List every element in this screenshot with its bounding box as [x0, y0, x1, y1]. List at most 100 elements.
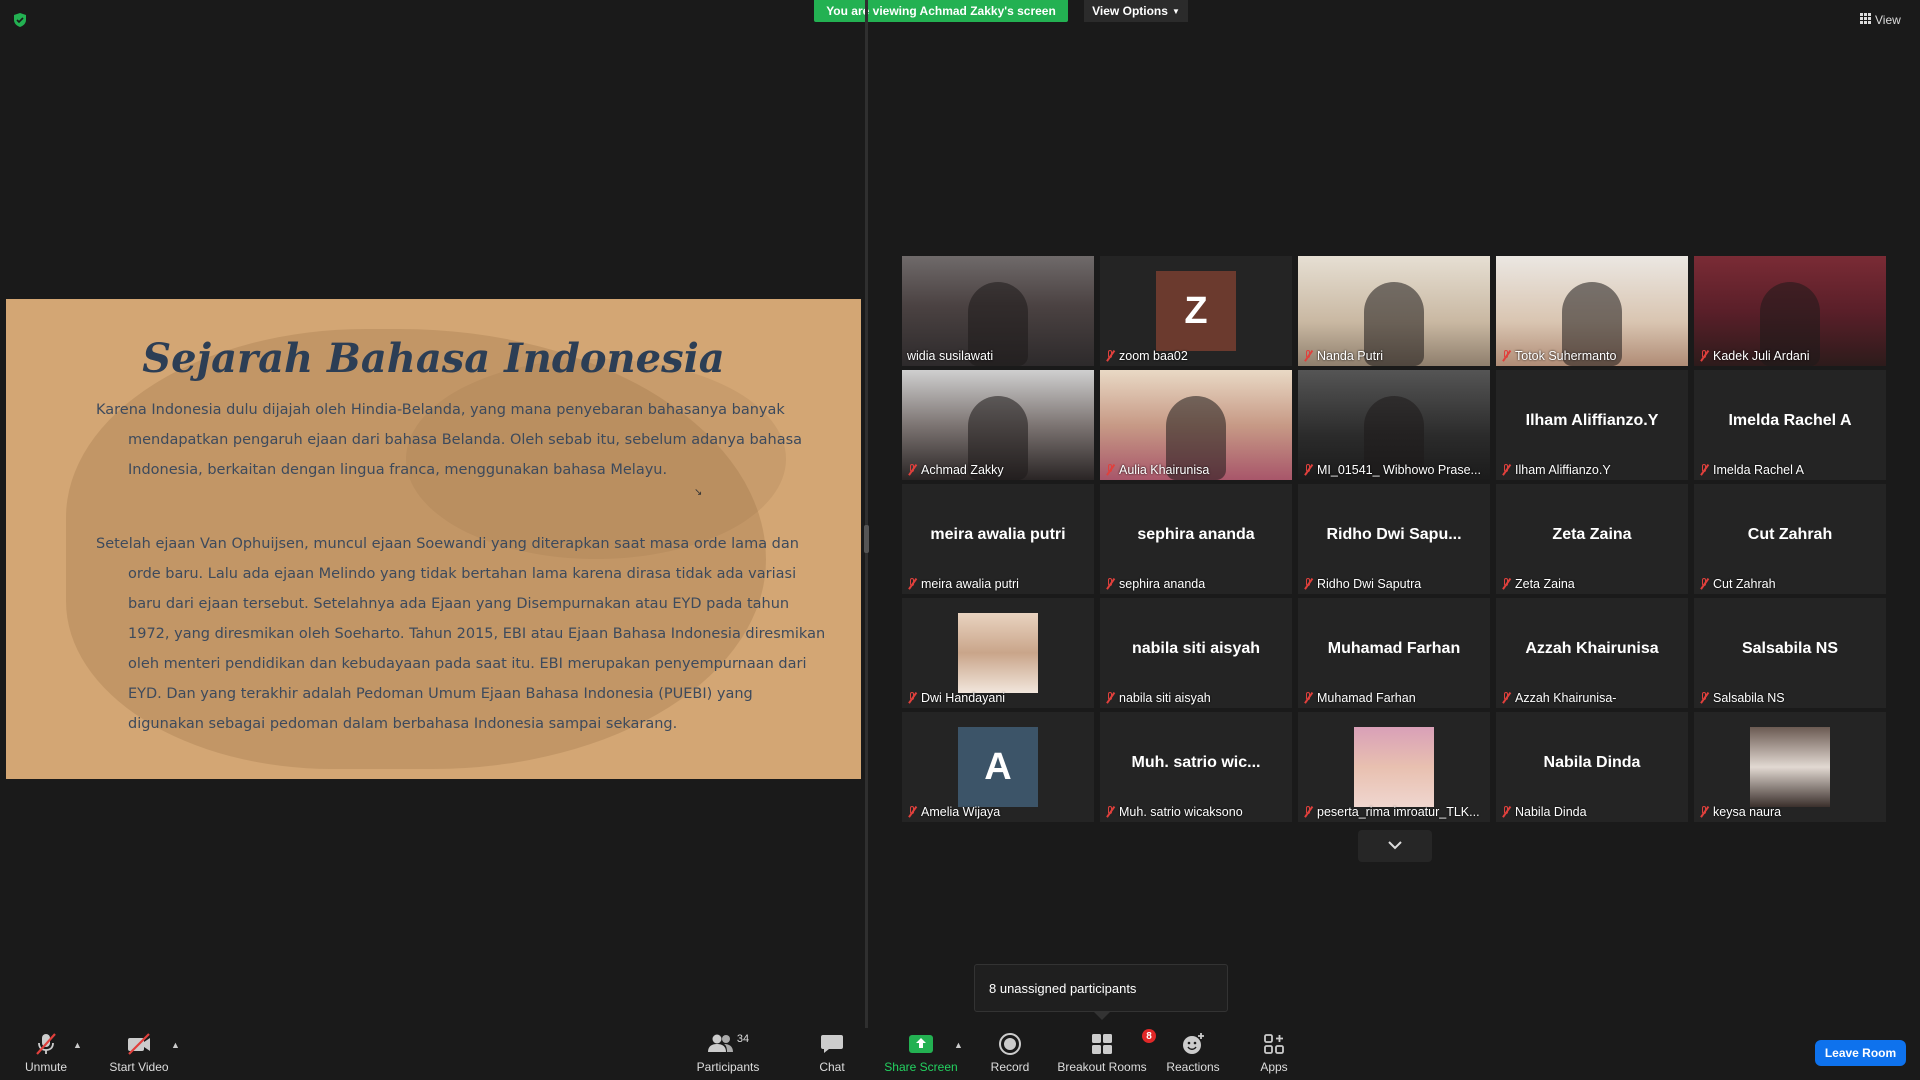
breakout-rooms-icon: 8 [1090, 1029, 1156, 1057]
participant-name-label: nabila siti aisyah [1105, 691, 1211, 705]
participant-name-label: Totok Suhermanto [1501, 349, 1616, 363]
muted-mic-icon [1105, 464, 1115, 476]
participant-tile[interactable]: nabila siti aisyah nabila siti aisyah [1100, 598, 1292, 708]
view-options-label: View Options [1092, 4, 1168, 18]
participants-button[interactable]: 34 Participants [692, 1031, 764, 1074]
participant-tile[interactable]: Muhamad Farhan Muhamad Farhan [1298, 598, 1490, 708]
participant-tile[interactable]: Azzah Khairunisa Azzah Khairunisa- [1496, 598, 1688, 708]
participant-tile[interactable]: peserta_rima imroatur_TLK... [1298, 712, 1490, 822]
participant-name: Zeta Zaina [1515, 577, 1575, 591]
next-page-button[interactable] [1358, 830, 1432, 862]
muted-mic-icon [1105, 350, 1115, 362]
participant-name-label: Kadek Juli Ardani [1699, 349, 1810, 363]
participant-name: Muh. satrio wicaksono [1119, 805, 1243, 819]
participant-tile[interactable]: Ridho Dwi Sapu... Ridho Dwi Saputra [1298, 484, 1490, 594]
audio-options-caret[interactable]: ▲ [73, 1040, 82, 1050]
popup-pointer [1094, 1012, 1110, 1020]
unmute-button[interactable]: Unmute [18, 1031, 74, 1074]
participant-name: Nabila Dinda [1515, 805, 1587, 819]
participant-tile[interactable]: A Amelia Wijaya [902, 712, 1094, 822]
participant-name-label: Zeta Zaina [1501, 577, 1575, 591]
participant-display-name: nabila siti aisyah [1131, 640, 1261, 657]
start-video-button[interactable]: Start Video [104, 1031, 174, 1074]
record-button[interactable]: Record [990, 1031, 1030, 1074]
divider-handle[interactable] [864, 525, 869, 553]
participant-tile[interactable]: Zeta Zaina Zeta Zaina [1496, 484, 1688, 594]
participants-icon [707, 1032, 735, 1057]
participant-name-label: Azzah Khairunisa- [1501, 691, 1616, 705]
participant-name-label: Cut Zahrah [1699, 577, 1776, 591]
reactions-button[interactable]: Reactions [1164, 1031, 1222, 1074]
participant-name-label: zoom baa02 [1105, 349, 1188, 363]
muted-mic-icon [33, 1031, 59, 1057]
unmute-label: Unmute [24, 1060, 68, 1074]
participant-name-label: Aulia Khairunisa [1105, 463, 1209, 477]
split-divider[interactable] [865, 0, 868, 1028]
participant-tile[interactable]: sephira ananda sephira ananda [1100, 484, 1292, 594]
breakout-badge: 8 [1142, 1029, 1156, 1043]
participant-display-name: Ridho Dwi Sapu... [1326, 526, 1462, 543]
participant-tile[interactable]: Nabila Dinda Nabila Dinda [1496, 712, 1688, 822]
participant-name-label: Salsabila NS [1699, 691, 1785, 705]
participant-tile[interactable]: Aulia Khairunisa [1100, 370, 1292, 480]
participant-tile[interactable]: Kadek Juli Ardani [1694, 256, 1886, 366]
participant-tile[interactable]: Nanda Putri [1298, 256, 1490, 366]
chat-button[interactable]: Chat [812, 1031, 852, 1074]
chevron-down-icon: ▼ [1171, 6, 1180, 16]
participant-tile[interactable]: Ilham Aliffianzo.Y Ilham Aliffianzo.Y [1496, 370, 1688, 480]
chat-icon [820, 1031, 844, 1057]
video-options-caret[interactable]: ▲ [171, 1040, 180, 1050]
participant-tile[interactable]: meira awalia putri meira awalia putri [902, 484, 1094, 594]
participant-name: Dwi Handayani [921, 691, 1006, 705]
participant-name: keysa naura [1713, 805, 1782, 819]
participant-name: peserta_rima imroatur_TLK... [1317, 805, 1480, 819]
muted-mic-icon [1699, 464, 1709, 476]
share-screen-label: Share Screen [884, 1060, 958, 1074]
participant-tile[interactable]: Muh. satrio wic... Muh. satrio wicaksono [1100, 712, 1292, 822]
view-options-button[interactable]: View Options ▼ [1084, 0, 1188, 22]
muted-mic-icon [1303, 692, 1313, 704]
muted-mic-icon [1501, 464, 1511, 476]
participant-name: MI_01541_ Wibhowo Prase... [1317, 463, 1481, 477]
muted-mic-icon [1501, 578, 1511, 590]
participant-tile[interactable]: Zzoom baa02 [1100, 256, 1292, 366]
participant-display-name: Zeta Zaina [1552, 526, 1632, 543]
participant-name: Nanda Putri [1317, 349, 1384, 363]
muted-mic-icon [1303, 578, 1313, 590]
participant-tile[interactable]: Cut Zahrah Cut Zahrah [1694, 484, 1886, 594]
participant-tile[interactable]: Totok Suhermanto [1496, 256, 1688, 366]
participant-name: Muhamad Farhan [1317, 691, 1416, 705]
participant-tile[interactable]: Imelda Rachel A Imelda Rachel A [1694, 370, 1886, 480]
reactions-icon [1180, 1031, 1206, 1057]
participant-display-name: Salsabila NS [1741, 640, 1839, 657]
participant-name-label: Nabila Dinda [1501, 805, 1587, 819]
muted-mic-icon [1105, 578, 1115, 590]
participant-tile[interactable]: Achmad Zakky [902, 370, 1094, 480]
breakout-rooms-button[interactable]: 8 Breakout Rooms [1057, 1029, 1156, 1074]
participant-tile[interactable]: Salsabila NS Salsabila NS [1694, 598, 1886, 708]
muted-mic-icon [1699, 350, 1709, 362]
muted-mic-icon [907, 578, 917, 590]
share-options-caret[interactable]: ▲ [954, 1040, 963, 1050]
unassigned-participants-popup[interactable]: 8 unassigned participants [974, 964, 1228, 1012]
participant-tile[interactable]: MI_01541_ Wibhowo Prase... [1298, 370, 1490, 480]
participant-name: Achmad Zakky [921, 463, 1004, 477]
participant-name: Ilham Aliffianzo.Y [1515, 463, 1611, 477]
start-video-label: Start Video [109, 1060, 169, 1074]
participant-tile[interactable]: widia susilawati [902, 256, 1094, 366]
muted-mic-icon [1105, 692, 1115, 704]
participant-tile[interactable]: Dwi Handayani [902, 598, 1094, 708]
participant-tile[interactable]: keysa naura [1694, 712, 1886, 822]
participant-name: Imelda Rachel A [1713, 463, 1805, 477]
participant-name-label: Imelda Rachel A [1699, 463, 1804, 477]
participant-name: Amelia Wijaya [921, 805, 1001, 819]
profile-picture [1354, 727, 1434, 807]
participant-display-name: Nabila Dinda [1543, 754, 1641, 771]
apps-button[interactable]: Apps [1256, 1031, 1292, 1074]
participant-name: Aulia Khairunisa [1119, 463, 1210, 477]
leave-room-button[interactable]: Leave Room [1815, 1040, 1906, 1066]
muted-mic-icon [1501, 692, 1511, 704]
share-screen-button[interactable]: Share Screen [884, 1031, 958, 1074]
view-button[interactable]: View [1860, 10, 1912, 30]
shield-icon[interactable] [12, 12, 28, 28]
